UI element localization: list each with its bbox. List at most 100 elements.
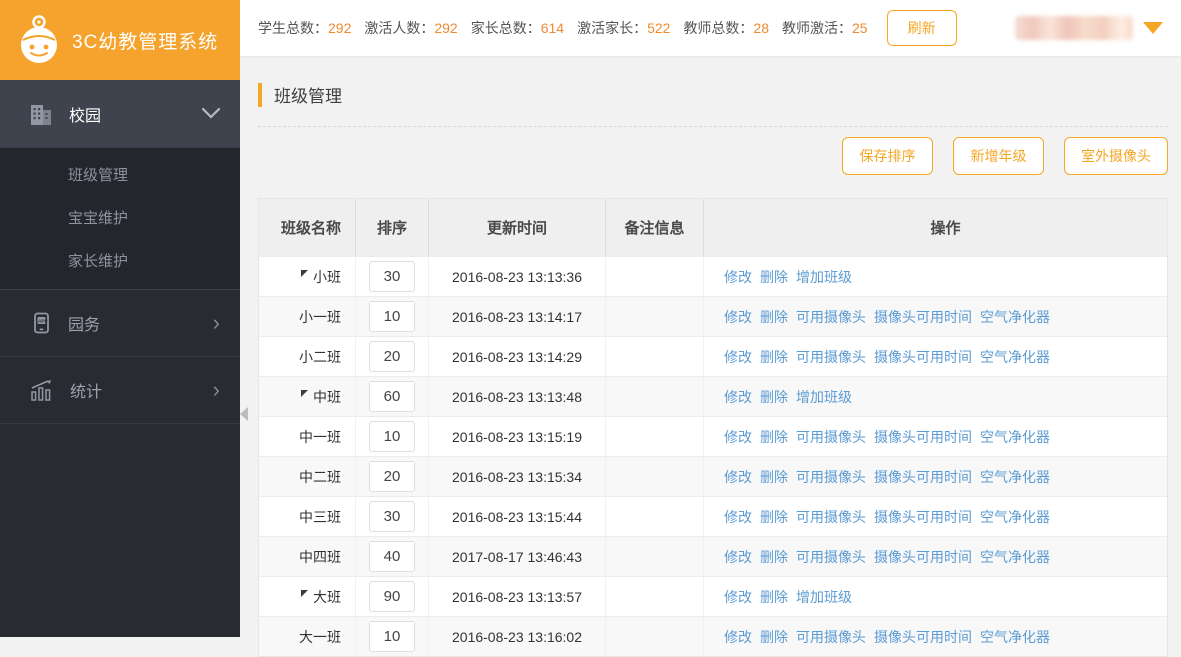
sort-order-input[interactable]: [369, 581, 415, 612]
action-link[interactable]: 摄像头可用时间: [874, 467, 972, 487]
sidebar-group-label: 统计: [70, 384, 103, 401]
action-link[interactable]: 修改: [724, 587, 752, 607]
sort-order-input[interactable]: [369, 501, 415, 532]
action-link[interactable]: 增加班级: [796, 267, 852, 287]
dashed-divider: [258, 126, 1168, 127]
action-link[interactable]: 可用摄像头: [796, 427, 866, 447]
stat-label: 学生总数：: [258, 20, 328, 36]
title-accent-bar: [258, 82, 262, 107]
action-link[interactable]: 删除: [760, 267, 788, 287]
sidebar-subitem[interactable]: 班级管理: [0, 154, 240, 197]
action-link[interactable]: 删除: [760, 427, 788, 447]
action-link[interactable]: 删除: [760, 307, 788, 327]
class-name-cell: 小一班: [259, 297, 356, 336]
sidebar-subitem[interactable]: 家长维护: [0, 240, 240, 283]
expand-marker-icon[interactable]: [301, 390, 308, 397]
page-action-button[interactable]: 保存排序: [842, 137, 933, 175]
stat-label: 激活人数：: [364, 20, 435, 36]
sort-order-input[interactable]: [369, 341, 415, 372]
action-link[interactable]: 删除: [760, 467, 788, 487]
action-link[interactable]: 修改: [724, 387, 752, 407]
chevron-down-icon: [202, 108, 220, 119]
note-cell: [606, 377, 704, 416]
actions-cell: 修改 删除 增加班级: [704, 377, 1167, 416]
class-name-text: 中四班: [299, 548, 341, 565]
stat-item: 教师总数：28: [683, 18, 769, 38]
action-link[interactable]: 修改: [724, 427, 752, 447]
stat-value: 25: [852, 20, 868, 36]
action-link[interactable]: 增加班级: [796, 587, 852, 607]
sidebar-group-statistics[interactable]: 统计 ›: [0, 357, 240, 424]
table-row: 中三班 2016-08-23 13:15:44 修改删除可用摄像头摄像头可用时间空气…: [259, 496, 1167, 536]
action-link[interactable]: 修改: [724, 267, 752, 287]
action-link[interactable]: 空气净化器: [980, 547, 1050, 567]
action-link[interactable]: 可用摄像头: [796, 307, 866, 327]
page-actions: 保存排序 新增年级 室外摄像头: [258, 137, 1168, 175]
action-link[interactable]: 修改: [724, 307, 752, 327]
class-name-cell: 小二班: [259, 337, 356, 376]
action-link[interactable]: 摄像头可用时间: [874, 307, 972, 327]
action-link[interactable]: 删除: [760, 547, 788, 567]
action-link[interactable]: 修改: [724, 547, 752, 567]
action-link[interactable]: 摄像头可用时间: [874, 507, 972, 527]
sidebar-subitem[interactable]: 宝宝维护: [0, 197, 240, 240]
page-action-button[interactable]: 新增年级: [953, 137, 1044, 175]
action-link[interactable]: 可用摄像头: [796, 547, 866, 567]
action-link[interactable]: 修改: [724, 467, 752, 487]
stats-chart-icon: [31, 380, 51, 401]
class-name-text: 大班: [313, 588, 341, 605]
action-link[interactable]: 可用摄像头: [796, 507, 866, 527]
sidebar-collapse-icon[interactable]: [240, 407, 248, 421]
class-name-cell: 中班: [259, 377, 356, 416]
sort-order-input[interactable]: [369, 461, 415, 492]
sidebar-group-affairs[interactable]: APP 园务 ›: [0, 290, 240, 357]
action-link[interactable]: 空气净化器: [980, 427, 1050, 447]
expand-marker-icon[interactable]: [301, 590, 308, 597]
action-link[interactable]: 空气净化器: [980, 307, 1050, 327]
sidebar-group-campus[interactable]: 校园: [0, 80, 240, 147]
action-link[interactable]: 可用摄像头: [796, 347, 866, 367]
sort-cell: [356, 457, 429, 496]
class-name-text: 小二班: [299, 348, 341, 365]
sort-order-input[interactable]: [369, 541, 415, 572]
action-link[interactable]: 空气净化器: [980, 347, 1050, 367]
action-link[interactable]: 删除: [760, 507, 788, 527]
table-row: 小一班 2016-08-23 13:14:17 修改删除可用摄像头摄像头可用时间空气…: [259, 296, 1167, 336]
update-time-cell: 2016-08-23 13:15:34: [429, 457, 606, 496]
action-link[interactable]: 可用摄像头: [796, 467, 866, 487]
action-link[interactable]: 删除: [760, 387, 788, 407]
action-link[interactable]: 修改: [724, 507, 752, 527]
actions-cell: 修改 删除 可用摄像头 摄像头可用时间 空气净化器: [704, 417, 1167, 456]
update-time-cell: 2016-08-23 13:15:44: [429, 497, 606, 536]
table-row: 中四班 2017-08-17 13:46:43 修改删除可用摄像头摄像头可用时间空气…: [259, 536, 1167, 576]
column-header: 排序: [356, 199, 429, 256]
app-logo: 3C幼教管理系统: [0, 0, 240, 80]
action-link[interactable]: 增加班级: [796, 387, 852, 407]
table-row: 中班 2016-08-23 13:13:48 修改删除增加班级: [259, 376, 1167, 416]
sort-cell: [356, 297, 429, 336]
action-link[interactable]: 摄像头可用时间: [874, 347, 972, 367]
svg-text:APP: APP: [38, 319, 47, 324]
stat-label: 家长总数：: [470, 20, 541, 36]
update-time-cell: 2016-08-23 13:14:17: [429, 297, 606, 336]
sort-order-input[interactable]: [369, 261, 415, 292]
action-link[interactable]: 摄像头可用时间: [874, 547, 972, 567]
table-row: 小二班 2016-08-23 13:14:29 修改删除可用摄像头摄像头可用时间空气…: [259, 336, 1167, 376]
user-menu[interactable]: [1015, 16, 1163, 40]
page-action-button[interactable]: 室外摄像头: [1064, 137, 1168, 175]
sort-order-input[interactable]: [369, 301, 415, 332]
update-time-cell: 2017-08-17 13:46:43: [429, 537, 606, 576]
expand-marker-icon[interactable]: [301, 270, 308, 277]
action-link[interactable]: 修改: [724, 347, 752, 367]
stat-item: 教师激活：25: [782, 18, 868, 38]
stat-value: 292: [434, 20, 458, 36]
refresh-button[interactable]: 刷新: [886, 10, 957, 46]
action-link[interactable]: 摄像头可用时间: [874, 427, 972, 447]
action-link[interactable]: 空气净化器: [980, 507, 1050, 527]
sort-order-input[interactable]: [369, 421, 415, 452]
action-link[interactable]: 空气净化器: [980, 467, 1050, 487]
action-link[interactable]: 删除: [760, 587, 788, 607]
action-link[interactable]: 删除: [760, 347, 788, 367]
user-dropdown-caret-icon[interactable]: [1143, 22, 1163, 34]
sort-order-input[interactable]: [369, 381, 415, 412]
